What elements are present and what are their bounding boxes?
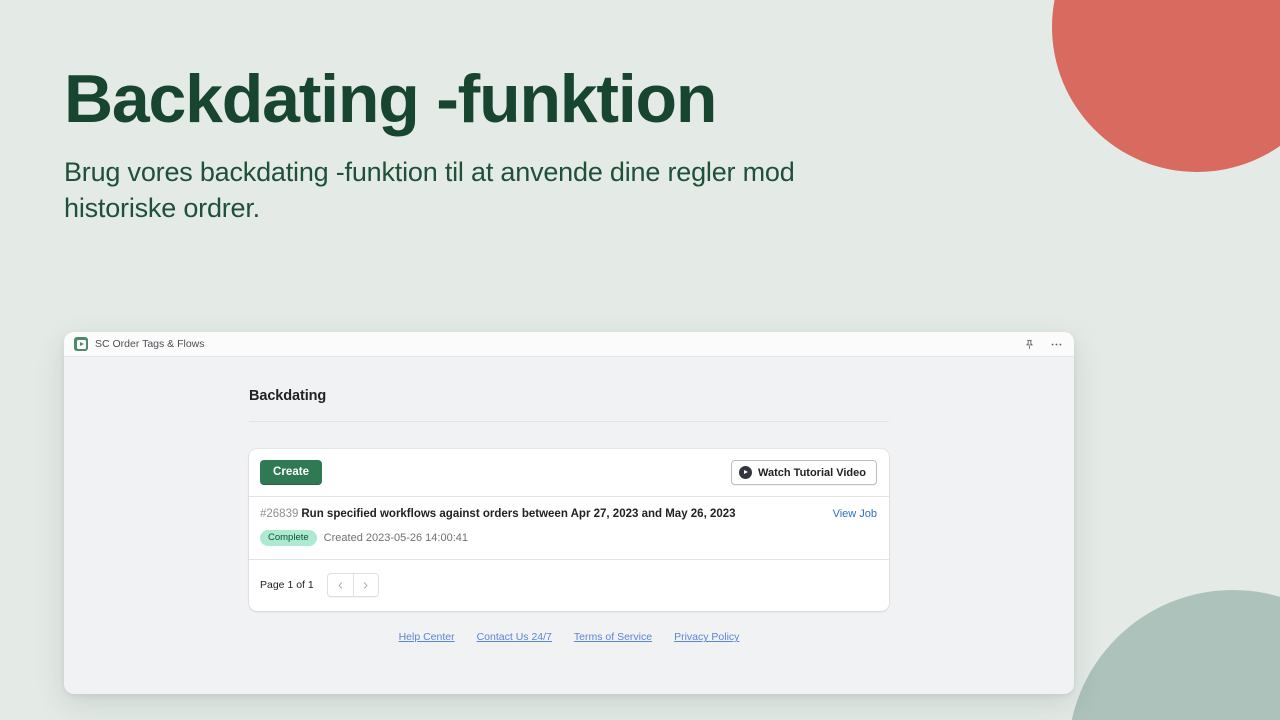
watch-tutorial-video-label: Watch Tutorial Video [758,466,866,479]
decorative-circle-top-right [1052,0,1280,172]
status-badge: Complete [260,530,317,547]
job-created-timestamp: Created 2023-05-26 14:00:41 [323,532,469,545]
chevron-left-icon [338,582,342,589]
play-circle-icon [739,466,753,479]
page-indicator-label: Page 1 of 1 [260,579,314,592]
chevron-right-icon [364,582,368,589]
footer-link-terms-of-service[interactable]: Terms of Service [574,631,652,643]
job-row-secondary: Complete Created 2023-05-26 14:00:41 [260,530,877,547]
page-divider [249,421,889,422]
titlebar-left-group: SC Order Tags & Flows [74,337,1022,351]
watch-tutorial-video-button[interactable]: Watch Tutorial Video [731,460,877,485]
job-description-text: Run specified workflows against orders b… [301,508,736,520]
decorative-circle-bottom-right [1068,590,1280,720]
hero-subtitle: Brug vores backdating -funktion til at a… [64,157,795,224]
app-name-label: SC Order Tags & Flows [95,338,205,350]
hero-section: Backdating -funktion Brug vores backdati… [0,0,854,227]
job-id: #26839 [260,508,299,520]
pagination-bar: Page 1 of 1 [249,559,889,611]
pagination-previous-button[interactable] [327,574,353,597]
app-titlebar: SC Order Tags & Flows [64,332,1074,357]
table-row: #26839 Run specified workflows against or… [249,497,889,559]
app-page-container: Backdating Create Watch Tutorial Video #… [249,357,889,643]
app-body: Backdating Create Watch Tutorial Video #… [64,357,1074,694]
app-footer: Help Center Contact Us 24/7 Terms of Ser… [249,631,889,643]
view-job-link[interactable]: View Job [833,508,877,520]
app-tile-icon [74,337,88,351]
more-horizontal-icon[interactable] [1049,337,1063,351]
pagination-next-button[interactable] [352,574,378,597]
jobs-card: Create Watch Tutorial Video #26839 Run sp… [249,449,889,612]
card-toolbar: Create Watch Tutorial Video [249,449,889,496]
create-button[interactable]: Create [260,460,323,485]
pager-group [326,573,379,598]
app-window: SC Order Tags & Flows Backdating Create … [64,332,1074,694]
titlebar-right-group [1022,337,1063,351]
pin-icon[interactable] [1022,337,1036,351]
page-title: Backdating -funktion [64,61,717,137]
job-row-primary: #26839 Run specified workflows against or… [260,508,877,520]
app-page-title: Backdating [249,388,327,404]
job-description: #26839 Run specified workflows against or… [260,508,736,520]
footer-link-privacy-policy[interactable]: Privacy Policy [674,631,739,643]
footer-link-help-center[interactable]: Help Center [399,631,455,643]
footer-link-contact-us[interactable]: Contact Us 24/7 [477,631,552,643]
